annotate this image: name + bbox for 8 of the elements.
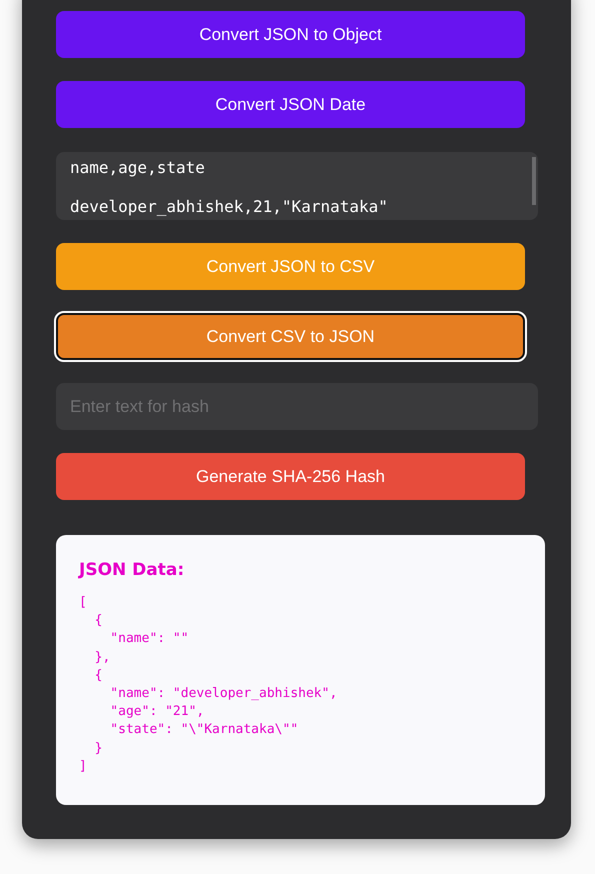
csv-text: name,age,state developer_abhishek,21,"Karnataka"	[70, 158, 389, 216]
action-button[interactable]: Convert JSON Date	[56, 81, 525, 128]
output-title: JSON Data:	[79, 560, 186, 580]
csv-text-area[interactable]: name,age,state developer_abhishek,21,"Karnataka"	[56, 152, 538, 220]
action-button[interactable]: Convert JSON to Object	[56, 11, 525, 58]
action-button[interactable]: Generate SHA-256 Hash	[56, 453, 525, 500]
json-output-text: [ { "name": "" }, { "name": "developer_abhishek", "age": "21", "state": "\"Karnataka\"" } ]	[79, 594, 338, 776]
scrollbar-thumb[interactable]	[532, 157, 536, 205]
